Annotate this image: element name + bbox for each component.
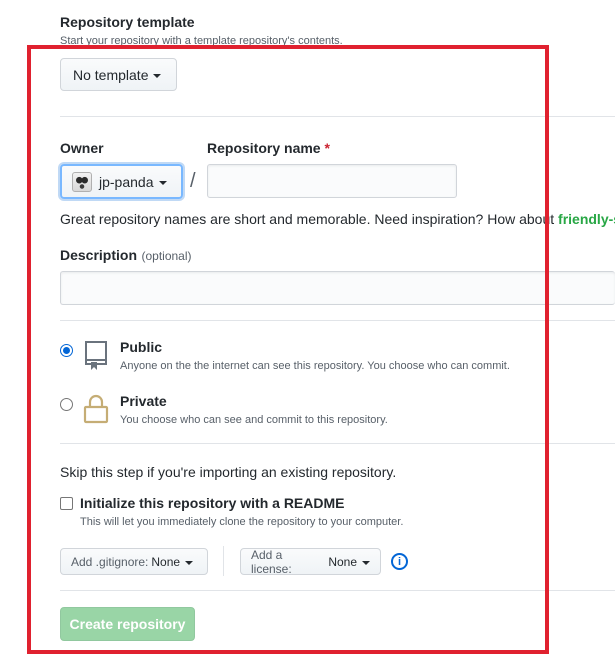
divider <box>60 443 615 444</box>
private-title: Private <box>120 393 167 409</box>
chevron-down-icon <box>362 560 370 565</box>
public-description: Anyone on the the internet can see this … <box>120 360 510 372</box>
description-optional: (optional) <box>141 249 192 263</box>
name-suggestion-link[interactable]: friendly-s <box>558 211 615 227</box>
divider <box>60 116 615 117</box>
create-repo-form: Repository template Start your repositor… <box>0 0 615 662</box>
template-select-button[interactable]: No template <box>60 58 177 91</box>
private-description: You choose who can see and commit to thi… <box>120 414 388 426</box>
private-radio[interactable] <box>60 398 73 411</box>
gitignore-select-button[interactable]: Add .gitignore: None <box>60 548 208 575</box>
description-input[interactable] <box>60 271 615 305</box>
public-radio[interactable] <box>60 344 73 357</box>
public-title: Public <box>120 339 163 355</box>
repo-name-input[interactable] <box>207 164 457 198</box>
readme-label: Initialize this repository with a README <box>80 495 345 511</box>
template-note: Start your repository with a template re… <box>60 35 343 47</box>
gitignore-prefix: Add .gitignore: <box>71 554 149 569</box>
description-label: Description (optional) <box>60 247 192 265</box>
chevron-down-icon <box>185 560 194 565</box>
license-select-button[interactable]: Add a license: None <box>240 547 381 576</box>
gitignore-value: None <box>151 554 181 569</box>
repo-name-hint-text: Great repository names are short and mem… <box>60 211 555 227</box>
readme-checkbox[interactable] <box>60 497 73 510</box>
divider <box>60 590 615 591</box>
divider <box>60 320 615 321</box>
avatar <box>72 171 92 192</box>
info-icon[interactable]: i <box>391 553 408 570</box>
required-mark: * <box>324 140 330 156</box>
owner-select-button[interactable]: jp-panda <box>60 164 183 199</box>
license-prefix: Add a license: <box>251 547 292 576</box>
skip-note: Skip this step if you're importing an ex… <box>60 464 397 480</box>
repo-icon <box>83 340 109 371</box>
chevron-down-icon <box>153 73 162 78</box>
lock-icon <box>83 394 109 424</box>
description-label-text: Description <box>60 247 138 263</box>
repo-name-label: Repository name * <box>207 140 330 156</box>
create-repository-button[interactable]: Create repository <box>60 607 195 641</box>
button-divider <box>223 546 224 576</box>
owner-label: Owner <box>60 140 104 156</box>
license-value: None <box>328 554 357 569</box>
repo-name-label-text: Repository name <box>207 140 321 156</box>
repo-name-hint: Great repository names are short and mem… <box>60 211 615 227</box>
template-heading: Repository template <box>60 14 195 30</box>
chevron-down-icon <box>158 180 167 185</box>
owner-name: jp-panda <box>99 173 154 190</box>
owner-repo-separator: / <box>190 170 196 192</box>
template-select-label: No template <box>73 66 149 83</box>
readme-note: This will let you immediately clone the … <box>80 516 404 528</box>
